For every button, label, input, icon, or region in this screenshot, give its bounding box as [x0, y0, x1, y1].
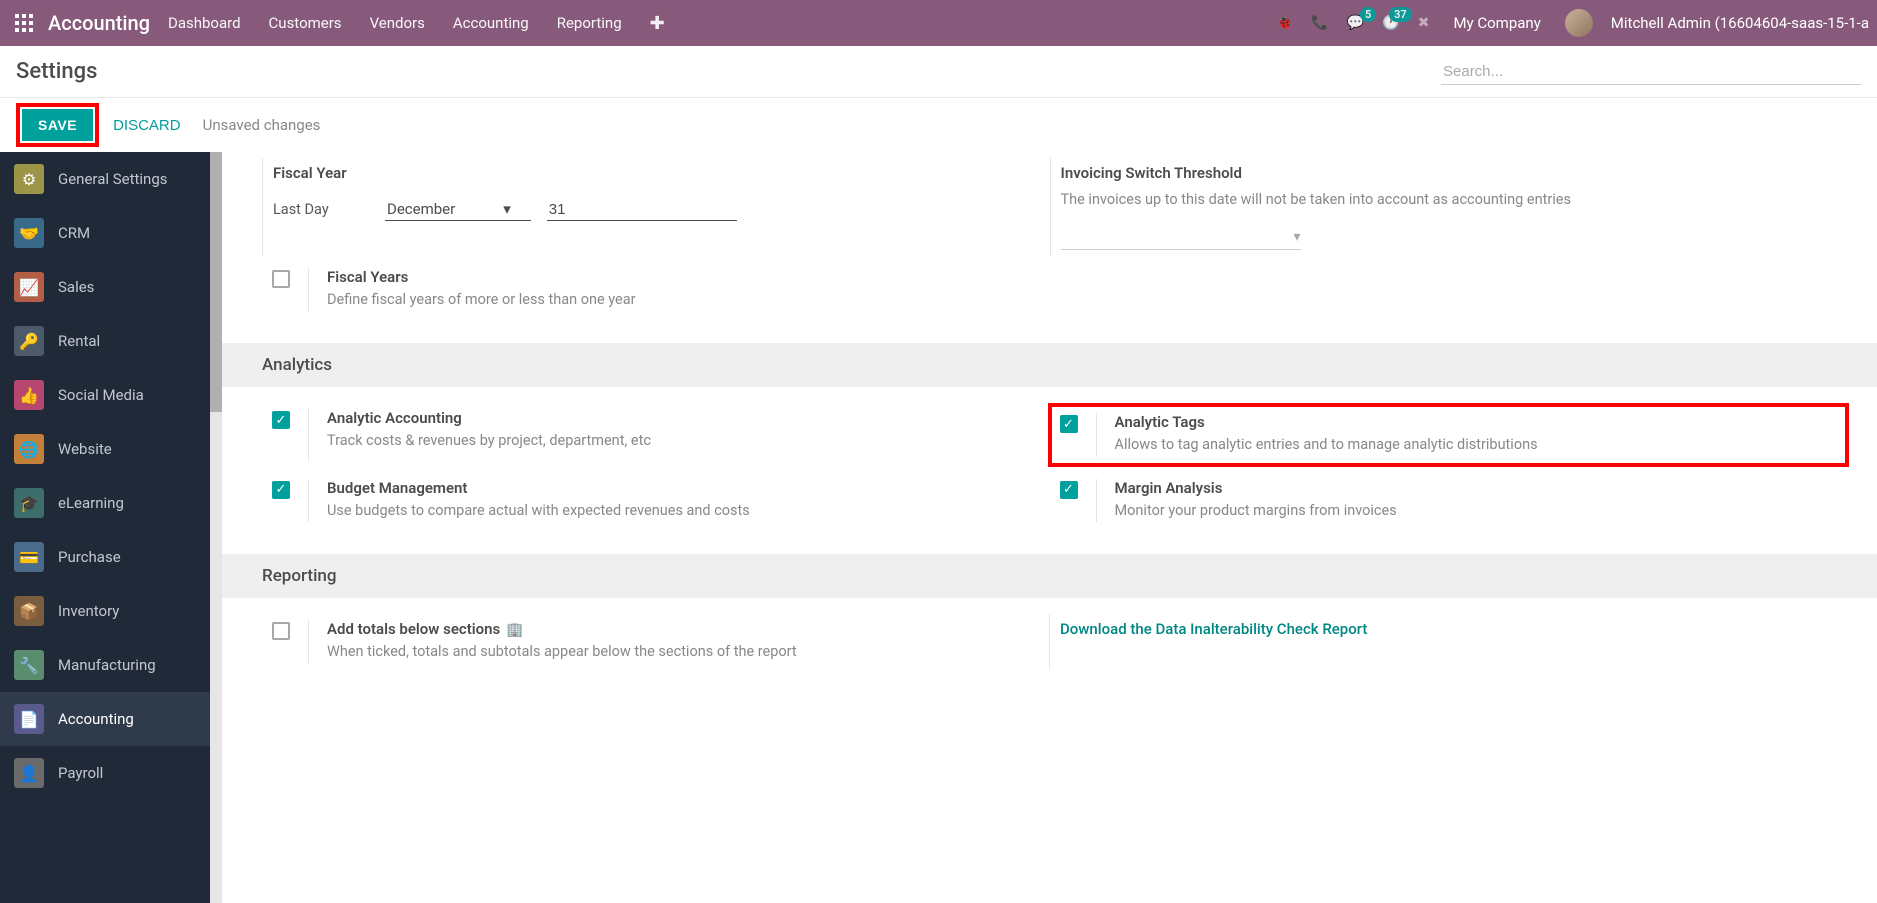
sidebar-item-elearning[interactable]: 🎓eLearning — [0, 476, 222, 530]
download-inalterability-link[interactable]: Download the Data Inalterability Check R… — [1060, 620, 1367, 663]
reporting-section-header: Reporting — [222, 554, 1877, 598]
sidebar-item-label: Social Media — [58, 386, 144, 404]
unsaved-label: Unsaved changes — [203, 116, 321, 134]
budget-management-desc: Use budgets to compare actual with expec… — [327, 499, 750, 522]
margin-analysis-title: Margin Analysis — [1115, 479, 1397, 497]
fiscal-month-select[interactable]: December ▾ — [385, 198, 531, 221]
apps-menu-icon[interactable] — [8, 14, 40, 32]
totals-below-desc: When ticked, totals and subtotals appear… — [327, 640, 797, 663]
sidebar-item-label: Accounting — [58, 710, 134, 728]
fiscal-day-input[interactable] — [547, 199, 737, 221]
fiscal-years-desc: Define fiscal years of more or less than… — [327, 288, 636, 311]
nav-dashboard[interactable]: Dashboard — [168, 14, 241, 32]
building-icon: 🏢 — [506, 622, 523, 638]
nav-vendors[interactable]: Vendors — [370, 14, 425, 32]
analytic-tags-title: Analytic Tags — [1115, 413, 1538, 431]
company-switcher[interactable]: My Company — [1453, 14, 1540, 32]
settings-sidebar: ⚙General Settings 🤝CRM 📈Sales 🔑Rental 👍S… — [0, 152, 222, 903]
analytic-accounting-desc: Track costs & revenues by project, depar… — [327, 429, 651, 452]
last-day-label: Last Day — [273, 201, 369, 218]
totals-below-checkbox[interactable] — [272, 622, 290, 640]
fiscal-month-value: December — [387, 200, 455, 218]
budget-management-title: Budget Management — [327, 479, 750, 497]
analytic-tags-checkbox[interactable]: ✓ — [1060, 415, 1078, 433]
nav-reporting[interactable]: Reporting — [557, 14, 622, 32]
totals-below-title: Add totals below sections🏢 — [327, 620, 797, 638]
subbar: Settings — [0, 46, 1877, 98]
sidebar-item-website[interactable]: 🌐Website — [0, 422, 222, 476]
sidebar-item-label: Payroll — [58, 764, 103, 782]
sidebar-item-label: Inventory — [58, 602, 119, 620]
threshold-date-select[interactable]: ▾ — [1061, 225, 1301, 250]
debug-icon[interactable]: 🐞 — [1276, 15, 1293, 31]
activities-badge: 37 — [1389, 7, 1412, 22]
sidebar-item-label: eLearning — [58, 494, 124, 512]
messages-icon[interactable]: 💬5 — [1347, 15, 1364, 31]
sidebar-item-purchase[interactable]: 💳Purchase — [0, 530, 222, 584]
sidebar-item-label: Sales — [58, 278, 94, 296]
sidebar-item-accounting[interactable]: 📄Accounting — [0, 692, 222, 746]
save-highlight: SAVE — [16, 103, 99, 147]
nav-customers[interactable]: Customers — [269, 14, 342, 32]
messages-badge: 5 — [1360, 7, 1376, 22]
page-title: Settings — [16, 59, 97, 84]
fiscal-years-checkbox[interactable] — [272, 270, 290, 288]
topbar: Accounting Dashboard Customers Vendors A… — [0, 0, 1877, 46]
sidebar-item-label: Rental — [58, 332, 100, 350]
sidebar-item-label: General Settings — [58, 170, 168, 188]
sidebar-item-social-media[interactable]: 👍Social Media — [0, 368, 222, 422]
sidebar-item-inventory[interactable]: 📦Inventory — [0, 584, 222, 638]
sidebar-item-payroll[interactable]: 👤Payroll — [0, 746, 222, 800]
fiscal-years-title: Fiscal Years — [327, 268, 636, 286]
save-button[interactable]: SAVE — [22, 109, 93, 141]
caret-down-icon: ▾ — [503, 200, 511, 218]
sidebar-item-label: Purchase — [58, 548, 121, 566]
search-input[interactable] — [1441, 59, 1861, 85]
threshold-title: Invoicing Switch Threshold — [1061, 164, 1828, 182]
margin-analysis-checkbox[interactable]: ✓ — [1060, 481, 1078, 499]
actionbar: SAVE DISCARD Unsaved changes — [0, 98, 1877, 152]
threshold-desc: The invoices up to this date will not be… — [1061, 188, 1828, 211]
phone-icon[interactable]: 📞 — [1311, 15, 1328, 31]
sidebar-item-crm[interactable]: 🤝CRM — [0, 206, 222, 260]
settings-content: Fiscal Year Last Day December ▾ Invoicin… — [222, 152, 1877, 903]
sidebar-item-rental[interactable]: 🔑Rental — [0, 314, 222, 368]
fiscal-year-title: Fiscal Year — [273, 164, 1040, 182]
new-menu-icon[interactable]: ✚ — [650, 13, 665, 34]
sidebar-item-manufacturing[interactable]: 🔧Manufacturing — [0, 638, 222, 692]
user-avatar[interactable] — [1565, 9, 1593, 37]
nav-accounting[interactable]: Accounting — [453, 14, 529, 32]
sidebar-item-label: Manufacturing — [58, 656, 156, 674]
analytic-accounting-checkbox[interactable]: ✓ — [272, 411, 290, 429]
sidebar-item-sales[interactable]: 📈Sales — [0, 260, 222, 314]
tools-icon[interactable]: ✖ — [1418, 15, 1430, 31]
sidebar-item-general-settings[interactable]: ⚙General Settings — [0, 152, 222, 206]
discard-button[interactable]: DISCARD — [113, 117, 181, 134]
sidebar-item-label: Website — [58, 440, 112, 458]
analytic-tags-highlight: ✓ Analytic Tags Allows to tag analytic e… — [1048, 403, 1850, 466]
analytic-tags-desc: Allows to tag analytic entries and to ma… — [1115, 433, 1538, 456]
sidebar-item-label: CRM — [58, 224, 90, 242]
activities-icon[interactable]: 🕐37 — [1382, 15, 1399, 31]
analytics-section-header: Analytics — [222, 343, 1877, 387]
sidebar-scrollbar-thumb[interactable] — [210, 152, 222, 412]
analytic-accounting-title: Analytic Accounting — [327, 409, 651, 427]
margin-analysis-desc: Monitor your product margins from invoic… — [1115, 499, 1397, 522]
app-name[interactable]: Accounting — [48, 11, 150, 35]
username[interactable]: Mitchell Admin (16604604-saas-15-1-a — [1611, 14, 1869, 32]
budget-management-checkbox[interactable]: ✓ — [272, 481, 290, 499]
